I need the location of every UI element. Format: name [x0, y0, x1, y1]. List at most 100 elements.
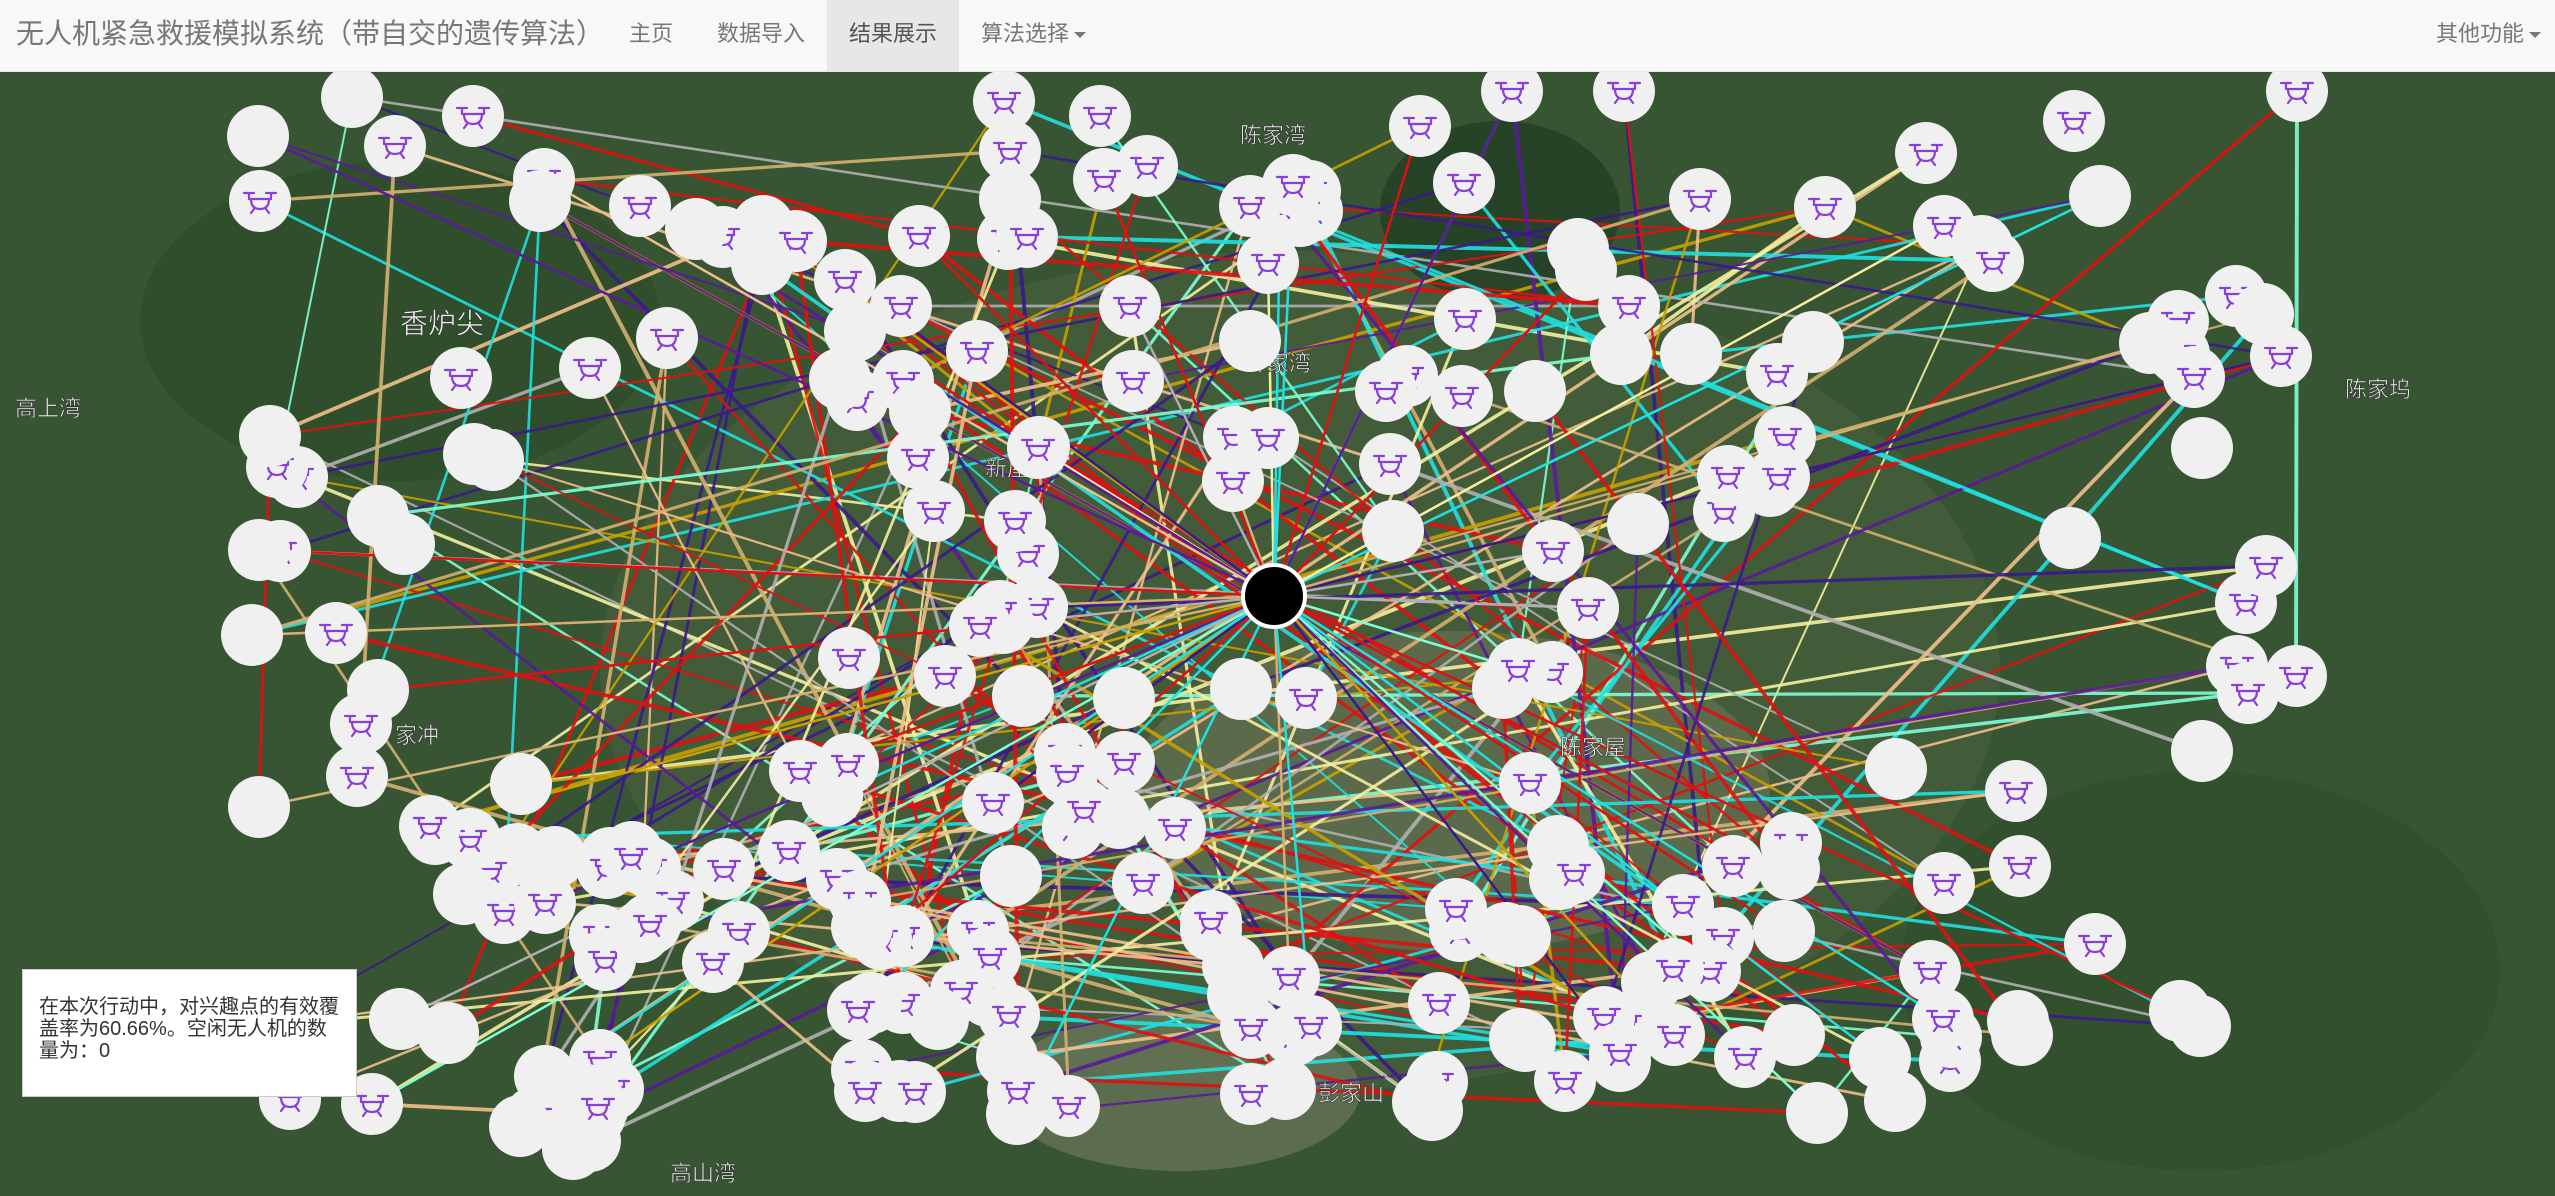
interest-point-marker[interactable] — [430, 347, 492, 409]
interest-point-circle[interactable] — [462, 429, 524, 491]
interest-point-marker[interactable] — [1746, 343, 1808, 405]
interest-point-circle[interactable] — [1359, 433, 1421, 495]
interest-point-circle[interactable] — [305, 602, 367, 664]
interest-point-marker[interactable] — [636, 307, 698, 369]
interest-point-marker[interactable] — [1643, 1004, 1705, 1066]
interest-point-marker[interactable] — [1053, 779, 1115, 841]
interest-point-marker[interactable] — [1985, 760, 2047, 822]
interest-point-marker[interactable] — [1093, 667, 1155, 729]
interest-point-marker[interactable] — [987, 1060, 1049, 1122]
interest-point-circle[interactable] — [1504, 360, 1566, 422]
interest-point-circle[interactable] — [884, 1061, 946, 1123]
interest-point-circle[interactable] — [831, 896, 893, 958]
interest-point-circle[interactable] — [665, 198, 727, 260]
interest-point-circle[interactable] — [1073, 148, 1135, 210]
interest-point-marker[interactable] — [1913, 852, 1975, 914]
interest-point-marker[interactable] — [1989, 835, 2051, 897]
interest-point-marker[interactable] — [1262, 154, 1324, 216]
interest-point-marker[interactable] — [1962, 230, 2024, 292]
interest-point-marker[interactable] — [1425, 878, 1487, 940]
interest-point-circle[interactable] — [1355, 360, 1417, 422]
interest-point-marker[interactable] — [1202, 450, 1264, 512]
interest-point-circle[interactable] — [1237, 232, 1299, 294]
interest-point-marker[interactable] — [600, 826, 662, 888]
interest-point-circle[interactable] — [888, 205, 950, 267]
interest-point-circle[interactable] — [1865, 738, 1927, 800]
interest-point-marker[interactable] — [693, 838, 755, 900]
interest-point-marker[interactable] — [373, 513, 435, 575]
interest-point-marker[interactable] — [1099, 275, 1161, 337]
interest-point-marker[interactable] — [221, 604, 283, 666]
interest-point-marker[interactable] — [1758, 838, 1820, 900]
interest-point-marker[interactable] — [1280, 995, 1342, 1057]
interest-point-circle[interactable] — [1099, 275, 1161, 337]
interest-point-marker[interactable] — [1073, 148, 1135, 210]
interest-point-marker[interactable] — [1434, 288, 1496, 350]
app-title[interactable]: 无人机紧急救援模拟系统（带自交的遗传算法） — [16, 0, 604, 71]
interest-point-marker[interactable] — [1275, 667, 1337, 729]
interest-point-circle[interactable] — [609, 175, 671, 237]
interest-point-marker[interactable] — [1607, 493, 1669, 555]
interest-point-marker[interactable] — [809, 348, 871, 410]
nav-other-functions[interactable]: 其他功能 — [2436, 0, 2555, 71]
interest-point-circle[interactable] — [889, 380, 951, 442]
interest-point-circle[interactable] — [417, 1002, 479, 1064]
interest-point-circle[interactable] — [818, 627, 880, 689]
interest-point-circle[interactable] — [1220, 997, 1282, 1059]
interest-point-circle[interactable] — [1522, 520, 1584, 582]
interest-point-marker[interactable] — [1642, 938, 1704, 1000]
interest-point-circle[interactable] — [827, 979, 889, 1041]
interest-point-marker[interactable] — [1504, 360, 1566, 422]
interest-point-marker[interactable] — [2039, 507, 2101, 569]
nav-data-import[interactable]: 数据导入 — [695, 0, 827, 71]
interest-point-circle[interactable] — [962, 772, 1024, 834]
interest-point-marker[interactable] — [992, 665, 1054, 727]
interest-point-marker[interactable] — [962, 772, 1024, 834]
interest-point-marker[interactable] — [817, 733, 879, 795]
interest-point-marker[interactable] — [1865, 738, 1927, 800]
interest-point-circle[interactable] — [430, 347, 492, 409]
interest-point-circle[interactable] — [1962, 230, 2024, 292]
interest-point-circle[interactable] — [1362, 500, 1424, 562]
interest-point-circle[interactable] — [2163, 346, 2225, 408]
interest-point-marker[interactable] — [1543, 842, 1605, 904]
interest-point-circle[interactable] — [1408, 972, 1470, 1034]
interest-point-marker[interactable] — [888, 205, 950, 267]
interest-point-marker[interactable] — [1786, 1082, 1848, 1144]
interest-point-marker[interactable] — [814, 249, 876, 311]
interest-point-circle[interactable] — [682, 931, 744, 993]
interest-point-marker[interactable] — [1112, 852, 1174, 914]
interest-point-marker[interactable] — [1557, 577, 1619, 639]
interest-point-marker[interactable] — [1702, 835, 1764, 897]
interest-point-circle[interactable] — [326, 745, 388, 807]
interest-point-marker[interactable] — [2250, 325, 2312, 387]
interest-point-marker[interactable] — [1392, 1071, 1454, 1133]
interest-point-circle[interactable] — [636, 307, 698, 369]
interest-point-circle[interactable] — [1112, 852, 1174, 914]
interest-point-marker[interactable] — [2171, 417, 2233, 479]
interest-point-marker[interactable] — [1359, 433, 1421, 495]
interest-point-circle[interactable] — [2043, 90, 2105, 152]
interest-point-marker[interactable] — [1652, 874, 1714, 936]
interest-point-circle[interactable] — [1275, 667, 1337, 729]
interest-point-marker[interactable] — [417, 1002, 479, 1064]
interest-point-marker[interactable] — [2064, 913, 2126, 975]
interest-point-circle[interactable] — [373, 513, 435, 575]
interest-point-circle[interactable] — [992, 665, 1054, 727]
interest-point-marker[interactable] — [1220, 1063, 1282, 1125]
interest-point-marker[interactable] — [305, 602, 367, 664]
interest-point-circle[interactable] — [693, 838, 755, 900]
interest-point-marker[interactable] — [399, 795, 461, 857]
interest-point-circle[interactable] — [1989, 835, 2051, 897]
interest-point-marker[interactable] — [1408, 972, 1470, 1034]
interest-point-marker[interactable] — [1864, 1070, 1926, 1132]
interest-point-marker[interactable] — [949, 595, 1011, 657]
interest-point-circle[interactable] — [1985, 760, 2047, 822]
interest-point-circle[interactable] — [1758, 838, 1820, 900]
interest-point-circle[interactable] — [817, 733, 879, 795]
interest-point-circle[interactable] — [2250, 325, 2312, 387]
interest-point-circle[interactable] — [2069, 165, 2131, 227]
interest-point-circle[interactable] — [1589, 1022, 1651, 1084]
interest-point-circle[interactable] — [1102, 350, 1164, 412]
interest-point-circle[interactable] — [1220, 1063, 1282, 1125]
